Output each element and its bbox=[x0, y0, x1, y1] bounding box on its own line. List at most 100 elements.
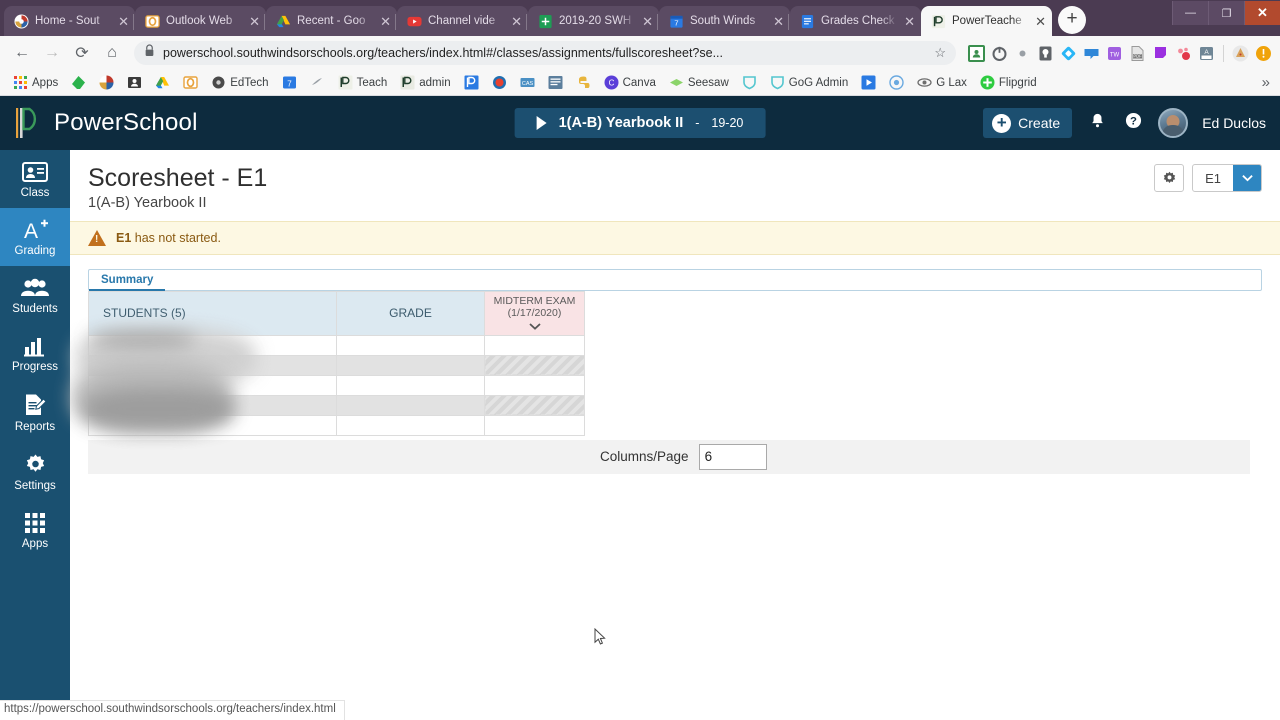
close-icon[interactable]: ✕ bbox=[380, 15, 391, 28]
cell-student[interactable] bbox=[88, 394, 337, 416]
close-icon[interactable]: ✕ bbox=[773, 15, 784, 28]
column-header-grade[interactable]: GRADE bbox=[336, 291, 485, 336]
bookmark-script[interactable] bbox=[305, 73, 330, 92]
chevron-down-icon[interactable] bbox=[487, 321, 582, 334]
close-icon[interactable]: ✕ bbox=[1035, 15, 1046, 28]
alert-badge-icon[interactable] bbox=[1255, 45, 1272, 62]
bookmark-gog-admin[interactable]: GoG Admin bbox=[765, 73, 853, 92]
pdf-icon[interactable]: PDF bbox=[1129, 45, 1146, 62]
close-icon[interactable]: ✕ bbox=[642, 15, 653, 28]
bookmark-g-lax[interactable]: G Lax bbox=[912, 73, 972, 92]
chevron-down-icon[interactable] bbox=[1233, 165, 1261, 191]
bookmark-powerschool-blue[interactable] bbox=[459, 73, 484, 92]
close-window-button[interactable]: ✕ bbox=[1244, 1, 1280, 25]
puzzle-tw-icon[interactable]: TW bbox=[1106, 45, 1123, 62]
address-bar[interactable]: powerschool.southwindsorschools.org/teac… bbox=[134, 41, 956, 65]
column-header-students[interactable]: STUDENTS (5) bbox=[88, 291, 337, 336]
browser-tab[interactable]: Grades Check ✕ bbox=[788, 6, 921, 36]
bookmark-teach[interactable]: Teach bbox=[333, 73, 393, 92]
close-icon[interactable]: ✕ bbox=[118, 15, 129, 28]
cell-student[interactable] bbox=[88, 414, 337, 436]
close-icon[interactable]: ✕ bbox=[904, 15, 915, 28]
bookmarks-overflow-button[interactable]: » bbox=[1262, 74, 1272, 91]
term-selector[interactable]: E1 bbox=[1192, 164, 1262, 192]
app-logo[interactable]: PowerSchool bbox=[14, 106, 198, 140]
bookmark-star-icon[interactable]: ☆ bbox=[934, 45, 946, 61]
sidebar-item-students[interactable]: Students bbox=[0, 266, 70, 324]
browser-tab-active[interactable]: PowerTeache ✕ bbox=[921, 6, 1052, 36]
browser-tab[interactable]: Outlook Web ✕ bbox=[133, 6, 266, 36]
maximize-button[interactable]: ❐ bbox=[1208, 1, 1244, 25]
tab-summary[interactable]: Summary bbox=[89, 271, 166, 291]
cell-score[interactable] bbox=[484, 354, 585, 376]
cell-student[interactable] bbox=[88, 334, 337, 356]
back-button[interactable]: ← bbox=[8, 39, 36, 67]
sidebar-item-grading[interactable]: A Grading bbox=[0, 208, 70, 266]
avatar[interactable] bbox=[1158, 108, 1189, 138]
cell-grade[interactable] bbox=[336, 414, 485, 436]
table-row[interactable] bbox=[88, 334, 585, 356]
bookmark-admin[interactable]: admin bbox=[395, 73, 455, 92]
power-icon[interactable] bbox=[991, 45, 1008, 62]
class-picker[interactable]: 1(A-B) Yearbook II - 19-20 bbox=[514, 108, 766, 138]
google-classroom-icon[interactable] bbox=[968, 44, 985, 62]
settings-gear-button[interactable] bbox=[1154, 164, 1185, 192]
cell-grade[interactable] bbox=[336, 374, 485, 396]
columns-per-page-input[interactable]: 6 bbox=[698, 443, 767, 470]
reload-button[interactable]: ⟳ bbox=[68, 39, 96, 67]
bookmark-target[interactable] bbox=[884, 73, 909, 92]
cell-score[interactable] bbox=[484, 334, 585, 356]
sidebar-item-settings[interactable]: Settings bbox=[0, 442, 70, 501]
close-icon[interactable]: ✕ bbox=[511, 15, 522, 28]
sidebar-item-reports[interactable]: Reports bbox=[0, 382, 70, 442]
bookmark-library[interactable] bbox=[543, 73, 568, 92]
a-inbox-icon[interactable]: A bbox=[1198, 45, 1215, 62]
bookmark-seesaw[interactable]: Seesaw bbox=[664, 73, 734, 92]
question-icon[interactable]: ? bbox=[1122, 112, 1144, 134]
browser-tab[interactable]: 2019-20 SWH ✕ bbox=[526, 6, 659, 36]
bookmark-drive[interactable] bbox=[150, 73, 175, 92]
pizza-avatar-icon[interactable] bbox=[1232, 45, 1249, 62]
new-tab-button[interactable]: + bbox=[1058, 6, 1086, 34]
column-header-assignment[interactable]: MIDTERM EXAM (1/17/2020) bbox=[484, 291, 585, 336]
cell-student[interactable] bbox=[88, 354, 337, 376]
bookmark-apps[interactable]: Apps bbox=[8, 73, 63, 92]
sidebar-item-class[interactable]: Class bbox=[0, 150, 70, 208]
cell-grade[interactable] bbox=[336, 334, 485, 356]
bookmark-contacts[interactable] bbox=[122, 73, 147, 92]
bookmark-edtech[interactable]: EdTech bbox=[206, 73, 273, 92]
cell-grade[interactable] bbox=[336, 394, 485, 416]
bookmark-outlook[interactable] bbox=[178, 73, 203, 92]
bookmark-flipgrid[interactable]: Flipgrid bbox=[975, 73, 1042, 92]
cell-score[interactable] bbox=[484, 394, 585, 416]
close-icon[interactable]: ✕ bbox=[249, 15, 260, 28]
sidebar-item-apps[interactable]: Apps bbox=[0, 501, 70, 559]
table-row[interactable] bbox=[88, 374, 585, 396]
cell-score[interactable] bbox=[484, 374, 585, 396]
cell-score[interactable] bbox=[484, 414, 585, 436]
sidebar-item-progress[interactable]: Progress bbox=[0, 324, 70, 382]
browser-tab[interactable]: Channel vide ✕ bbox=[395, 6, 528, 36]
table-row[interactable] bbox=[88, 354, 585, 376]
small-gray-icon[interactable] bbox=[1014, 45, 1031, 62]
user-name[interactable]: Ed Duclos bbox=[1202, 115, 1266, 131]
forward-button[interactable]: → bbox=[38, 39, 66, 67]
bookmark-seal[interactable] bbox=[487, 73, 512, 92]
diamond-icon[interactable] bbox=[1060, 45, 1077, 62]
create-button[interactable]: + Create bbox=[983, 108, 1073, 138]
bookmark-python[interactable] bbox=[571, 73, 596, 92]
bookmark-southwindsor[interactable] bbox=[94, 73, 119, 92]
bookmark-calendar[interactable]: 7 bbox=[277, 73, 302, 92]
table-row[interactable] bbox=[88, 394, 585, 416]
bookmark-cas[interactable]: CAS bbox=[515, 73, 540, 92]
bookmark-canva[interactable]: C Canva bbox=[599, 73, 661, 92]
browser-tab[interactable]: Recent - Goo ✕ bbox=[264, 6, 397, 36]
browser-tab[interactable]: Home - Sout ✕ bbox=[4, 6, 135, 36]
cell-student[interactable] bbox=[88, 374, 337, 396]
bookmark-feedly[interactable] bbox=[66, 73, 91, 92]
cell-grade[interactable] bbox=[336, 354, 485, 376]
bookmark-shield[interactable] bbox=[737, 73, 762, 92]
minimize-button[interactable]: — bbox=[1172, 1, 1208, 25]
bookmark-play-blue[interactable] bbox=[856, 73, 881, 92]
table-row[interactable] bbox=[88, 414, 585, 436]
